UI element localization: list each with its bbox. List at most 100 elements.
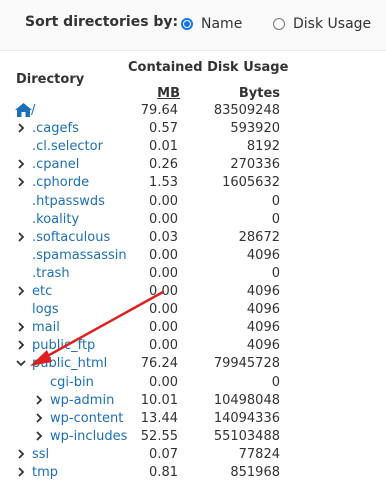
directory-bytes-value: 0 [271,193,280,209]
directory-name-link[interactable]: .cpanel [32,157,79,172]
directory-bytes-value: 4096 [246,284,280,299]
directory-row: wp-content 13.44 14094336 [0,410,386,428]
directory-row: logs 0.00 4096 [0,301,386,319]
directory-name-link[interactable]: logs [32,302,59,317]
directory-row: .htpasswds 0.00 0 [0,193,386,211]
directory-row: .cpanel 0.26 270336 [0,156,386,174]
directory-row: .cl.selector 0.01 8192 [0,138,386,156]
directory-mb-value: 0.00 [149,374,178,390]
directory-bytes-value: 0 [271,211,280,227]
chevron-right-icon[interactable] [15,158,27,170]
directory-name-link[interactable]: .spamassassin [32,248,127,263]
home-icon[interactable] [15,103,32,121]
directory-row: .koality 0.00 0 [0,211,386,229]
directory-name-link[interactable]: .cl.selector [32,139,103,154]
sort-by-name-label[interactable]: Name [201,16,242,32]
directory-row: .cphorde 1.53 1605632 [0,174,386,192]
directory-name-link[interactable]: / [31,103,35,118]
directory-name-link[interactable]: etc [32,284,52,299]
directory-mb-value: 0.00 [149,338,178,354]
directory-name-link[interactable]: .koality [32,212,79,227]
directory-name-link[interactable]: wp-includes [50,429,127,444]
directory-row: tmp 0.81 851968 [0,464,386,482]
directory-bytes-value: 28672 [238,229,280,245]
chevron-down-icon[interactable] [15,357,27,369]
sort-by-disk-usage-radio[interactable] [273,18,285,30]
directory-mb-value: 0.00 [149,284,178,299]
directory-bytes-value: 10498048 [213,392,280,408]
directory-bytes-value: 77824 [238,446,280,462]
directory-name-link[interactable]: .softaculous [32,230,110,245]
directory-bytes-value: 1605632 [222,175,280,191]
directory-name-link[interactable]: cgi-bin [50,375,94,390]
sort-by-disk-usage-label[interactable]: Disk Usage [293,16,371,32]
directory-name-link[interactable]: .cagefs [32,121,79,136]
directory-row: wp-admin 10.01 10498048 [0,392,386,410]
directory-mb-value: 0.00 [149,302,178,318]
contained-disk-usage-header: Contained Disk Usage [128,60,289,75]
directory-mb-value: 79.64 [140,103,178,118]
directory-bytes-value: 4096 [246,302,280,318]
directory-name-link[interactable]: public_html [32,356,107,371]
directory-bytes-value: 0 [271,374,280,390]
directory-bytes-value: 55103488 [213,428,280,444]
chevron-right-icon[interactable] [15,122,27,134]
directory-bytes-value: 4096 [246,320,280,336]
directory-row: .spamassassin 0.00 4096 [0,247,386,265]
directory-row: cgi-bin 0.00 0 [0,374,386,392]
directory-mb-value: 0.03 [149,229,178,245]
directory-bytes-value: 4096 [246,338,280,354]
directory-mb-value: 0.26 [149,157,178,173]
chevron-right-icon[interactable] [15,466,27,478]
directory-row: public_ftp 0.00 4096 [0,337,386,355]
directory-name-link[interactable]: mail [32,320,60,335]
directory-name-link[interactable]: tmp [32,465,58,480]
directory-mb-value: 0.00 [149,211,178,227]
directory-bytes-value: 593920 [230,121,280,137]
directory-name-link[interactable]: .htpasswds [32,194,105,209]
directory-bytes-value: 83509248 [213,103,280,118]
directory-header: Directory [16,72,85,87]
chevron-right-icon[interactable] [15,231,27,243]
directory-mb-value: 0.00 [149,247,178,263]
directory-row: wp-includes 52.55 55103488 [0,428,386,446]
directory-mb-value: 0.07 [149,446,178,462]
directory-name-link[interactable]: public_ftp [32,338,95,353]
chevron-right-icon[interactable] [15,448,27,460]
directory-name-link[interactable]: wp-content [50,411,123,426]
sort-by-disk-usage-option[interactable]: Disk Usage [273,16,371,32]
directory-row: etc 0.00 4096 [0,283,386,301]
directory-mb-value: 0.57 [149,121,178,137]
sort-by-name-option[interactable]: Name [181,16,242,32]
directory-mb-value: 10.01 [140,392,178,408]
directory-mb-value: 0.00 [149,265,178,281]
directory-bytes-value: 270336 [230,157,280,173]
directory-row: .trash 0.00 0 [0,265,386,283]
directory-bytes-value: 0 [271,265,280,281]
chevron-right-icon[interactable] [15,176,27,188]
directory-row: / 79.64 83509248 [0,102,386,120]
directory-mb-value: 76.24 [140,356,178,372]
directory-mb-value: 0.81 [149,465,178,480]
directory-mb-value: 13.44 [140,410,178,426]
chevron-right-icon[interactable] [15,321,27,333]
chevron-right-icon[interactable] [33,430,45,442]
directory-name-link[interactable]: .trash [32,266,70,281]
directory-name-link[interactable]: wp-admin [50,393,114,408]
directory-row: ssl 0.07 77824 [0,446,386,464]
chevron-right-icon[interactable] [15,339,27,351]
directory-row: .cagefs 0.57 593920 [0,120,386,138]
directory-row: public_html 76.24 79945728 [0,355,386,373]
mb-column-header[interactable]: MB [144,86,180,101]
directory-mb-value: 0.01 [149,139,178,155]
directory-name-link[interactable]: .cphorde [32,175,89,190]
sort-by-name-radio[interactable] [181,18,193,30]
chevron-right-icon[interactable] [15,285,27,297]
directory-name-link[interactable]: ssl [32,447,49,462]
directory-mb-value: 52.55 [140,428,178,444]
sort-bar: Sort directories by: Name Disk Usage [0,0,386,51]
chevron-right-icon[interactable] [33,412,45,424]
directory-mb-value: 0.00 [149,320,178,336]
directory-mb-value: 0.00 [149,193,178,209]
chevron-right-icon[interactable] [33,394,45,406]
